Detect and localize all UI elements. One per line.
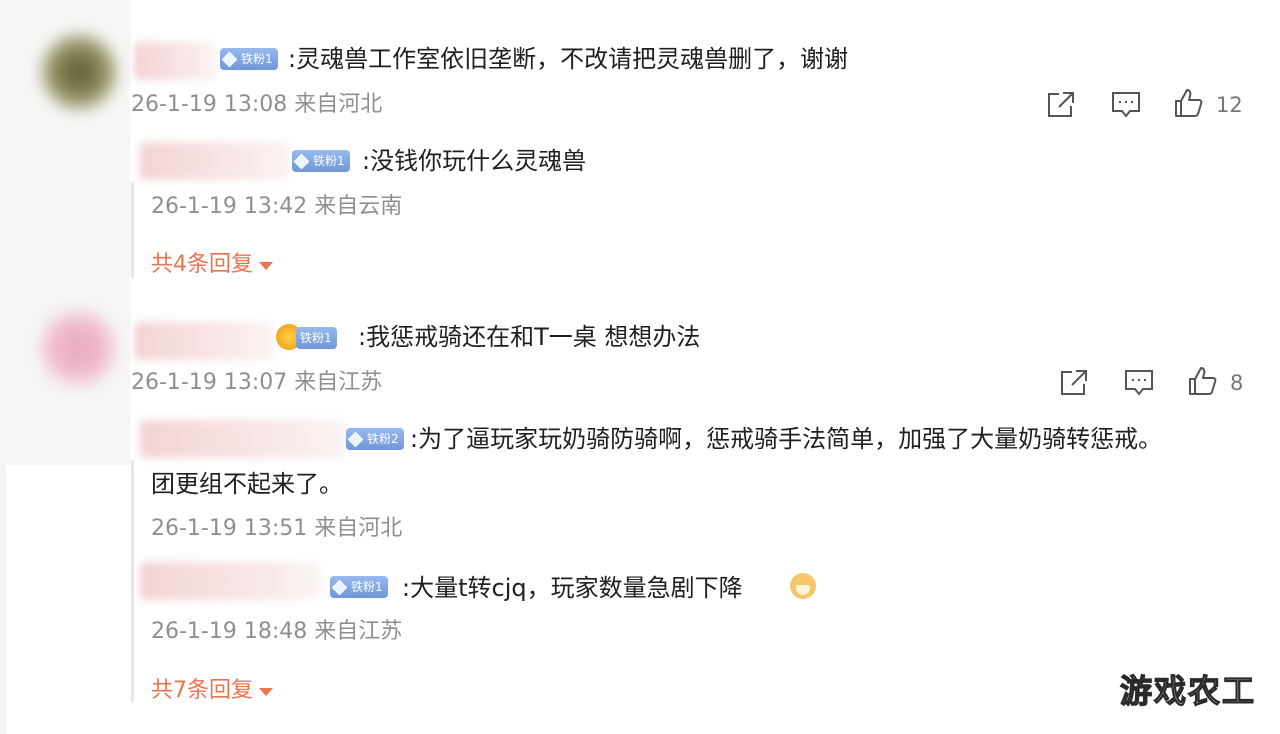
more-replies-link[interactable]: 共4条回复 [151,250,273,280]
username-blurred[interactable] [140,420,346,458]
doge-emoji [790,573,816,599]
reply-text: :大量t转cjq，玩家数量急剧下降 [402,574,743,602]
more-replies-label: 共7条回复 [151,678,253,703]
username-blurred[interactable] [140,142,290,180]
fan-badge-label: 铁粉1 [300,331,332,345]
avatar[interactable] [40,33,118,111]
like-count: 12 [1216,93,1243,117]
fan-badge-label: 铁粉1 [241,52,273,66]
watermark: 游戏农工 [1119,671,1256,710]
diamond-icon [347,431,364,447]
comment-text: :我惩戒骑还在和T一桌 想想办法 [358,323,701,351]
share-icon[interactable] [1043,88,1079,120]
comment-icon[interactable] [1121,366,1157,398]
reply-meta: 26-1-19 18:48 来自江苏 [151,619,403,644]
reply-meta: 26-1-19 13:42 来自云南 [151,194,403,219]
username-blurred[interactable] [134,322,274,360]
comment-icon[interactable] [1108,88,1144,120]
fan-badge[interactable]: 铁粉2 [346,428,404,450]
reply-text: :没钱你玩什么灵魂兽 [362,147,587,175]
diamond-icon [221,51,238,67]
fan-badge[interactable]: 铁粉1 [292,150,350,172]
avatar[interactable] [40,310,116,386]
reply-meta: 26-1-19 13:51 来自河北 [151,516,403,541]
comment-meta: 26-1-19 13:08 来自河北 [131,92,383,117]
fan-badge[interactable]: 铁粉1 [330,576,388,598]
like-count: 8 [1230,371,1244,395]
share-icon[interactable] [1056,366,1092,398]
thumbs-up-icon[interactable] [1172,86,1204,120]
diamond-icon [293,153,310,169]
caret-down-icon [259,262,273,270]
fan-badge-label: 铁粉1 [313,154,345,168]
fan-badge-label: 铁粉2 [367,432,399,446]
reply-thread-line [131,182,134,278]
reply-text: :为了逼玩家玩奶骑防骑啊，惩戒骑手法简单，加强了大量奶骑转惩戒。 [410,425,1163,453]
thumbs-up-icon[interactable] [1186,364,1218,398]
username-blurred[interactable] [134,42,216,80]
fan-badge[interactable]: 铁粉1 [296,327,337,349]
more-replies-link[interactable]: 共7条回复 [151,676,273,706]
caret-down-icon [259,688,273,696]
reply-text-continued: 团更组不起来了。 [151,470,343,498]
reply-thread-line [131,460,134,702]
more-replies-label: 共4条回复 [151,252,253,277]
comment-meta: 26-1-19 13:07 来自江苏 [131,370,383,395]
fan-badge[interactable]: 铁粉1 [220,48,278,70]
diamond-icon [331,579,348,595]
username-blurred[interactable] [140,562,320,600]
comment-text: :灵魂兽工作室依旧垄断，不改请把灵魂兽删了，谢谢 [288,45,849,73]
left-panel-edge [0,465,6,734]
fan-badge-label: 铁粉1 [351,580,383,594]
